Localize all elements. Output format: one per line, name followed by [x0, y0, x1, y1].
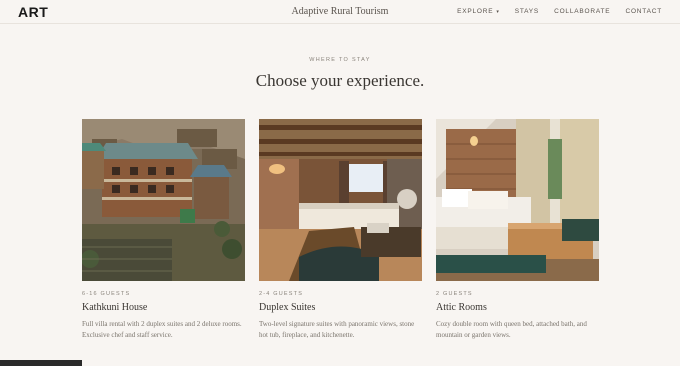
card-description: Full villa rental with 2 duplex suites a… [82, 320, 242, 339]
site-header: ART Adaptive Rural Tourism EXPLORE ▾ STA… [0, 0, 680, 24]
attic-room-bedroom-photo[interactable] [436, 119, 599, 281]
nav-collaborate[interactable]: COLLABORATE [554, 8, 610, 15]
card-description: Two-level signature suites with panorami… [259, 320, 415, 339]
nav-explore[interactable]: EXPLORE ▾ [457, 8, 500, 15]
stay-card-attic-rooms[interactable]: 2 GUESTS Attic Rooms Cozy double room wi… [436, 119, 599, 341]
hillside-village-photo[interactable] [82, 119, 245, 281]
section-heading: Choose your experience. [255, 71, 425, 90]
card-title[interactable]: Attic Rooms [436, 302, 599, 313]
nav-stays[interactable]: STAYS [515, 8, 539, 15]
card-guests: 2-4 GUESTS [259, 291, 304, 297]
nav-explore-label: EXPLORE [457, 8, 494, 15]
site-title[interactable]: Adaptive Rural Tourism [292, 6, 389, 17]
card-guests: 6-16 GUESTS [82, 291, 131, 297]
card-guests: 2 GUESTS [436, 291, 473, 297]
nav-collaborate-label: COLLABORATE [554, 8, 611, 15]
main-nav: EXPLORE ▾ STAYS COLLABORATE CONTACT [457, 8, 662, 15]
card-description: Cozy double room with queen bed, attache… [436, 320, 587, 339]
chevron-down-icon: ▾ [496, 8, 500, 15]
card-title[interactable]: Kathkuni House [82, 302, 245, 313]
stay-card-duplex-suites[interactable]: 2-4 GUESTS Duplex Suites Two-level signa… [259, 119, 422, 341]
card-title[interactable]: Duplex Suites [259, 302, 422, 313]
nav-stays-label: STAYS [514, 8, 540, 15]
stay-card-kathkuni-house[interactable]: 6-16 GUESTS Kathkuni House Full villa re… [82, 119, 245, 341]
section-eyebrow: WHERE TO STAY [309, 57, 371, 63]
browser-status-bar [0, 360, 82, 366]
nav-contact[interactable]: CONTACT [625, 8, 662, 15]
duplex-suite-bedroom-photo[interactable] [259, 119, 422, 281]
nav-contact-label: CONTACT [625, 8, 662, 15]
site-logo[interactable]: ART [18, 4, 48, 20]
